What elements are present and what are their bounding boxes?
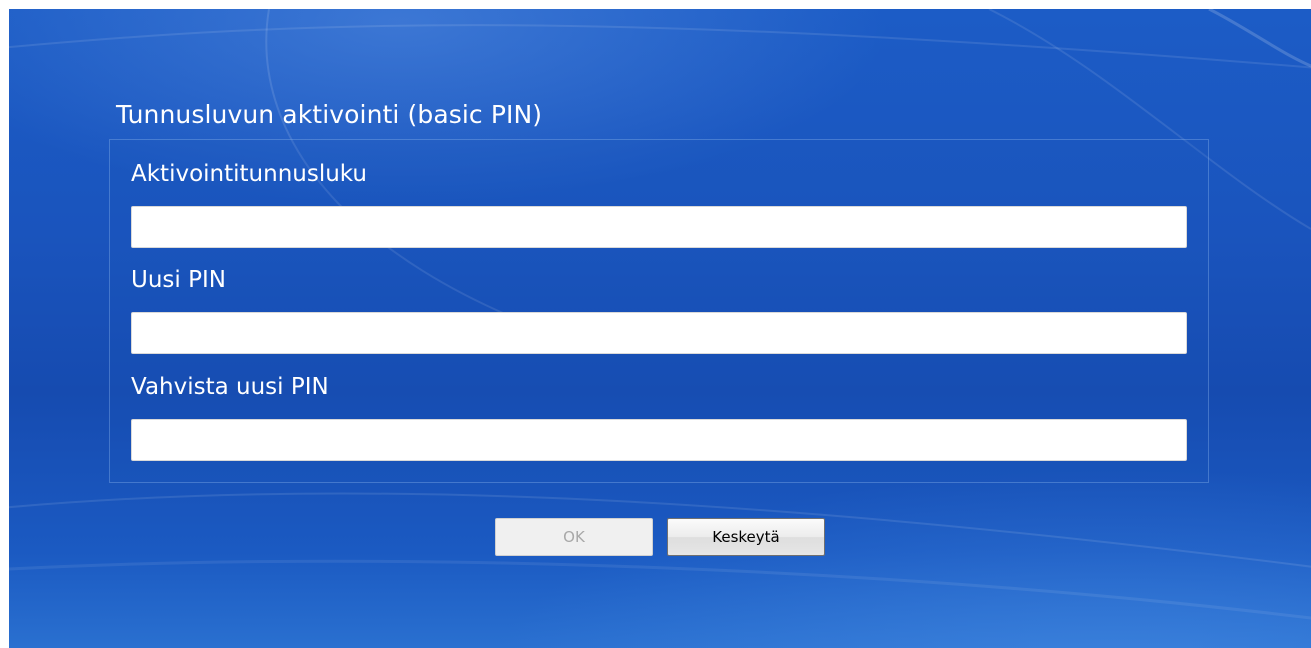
activation-pin-label: Aktivointitunnusluku [131, 161, 367, 187]
confirm-pin-label: Vahvista uusi PIN [131, 374, 329, 400]
activation-pin-input[interactable] [131, 206, 1187, 248]
desktop-background: Tunnusluvun aktivointi (basic PIN) Aktiv… [9, 9, 1311, 648]
new-pin-label: Uusi PIN [131, 267, 226, 293]
ok-button[interactable]: OK [495, 518, 653, 556]
new-pin-input[interactable] [131, 312, 1187, 354]
confirm-pin-input[interactable] [131, 419, 1187, 461]
cancel-button[interactable]: Keskeytä [667, 518, 825, 556]
dialog-title: Tunnusluvun aktivointi (basic PIN) [116, 100, 543, 129]
